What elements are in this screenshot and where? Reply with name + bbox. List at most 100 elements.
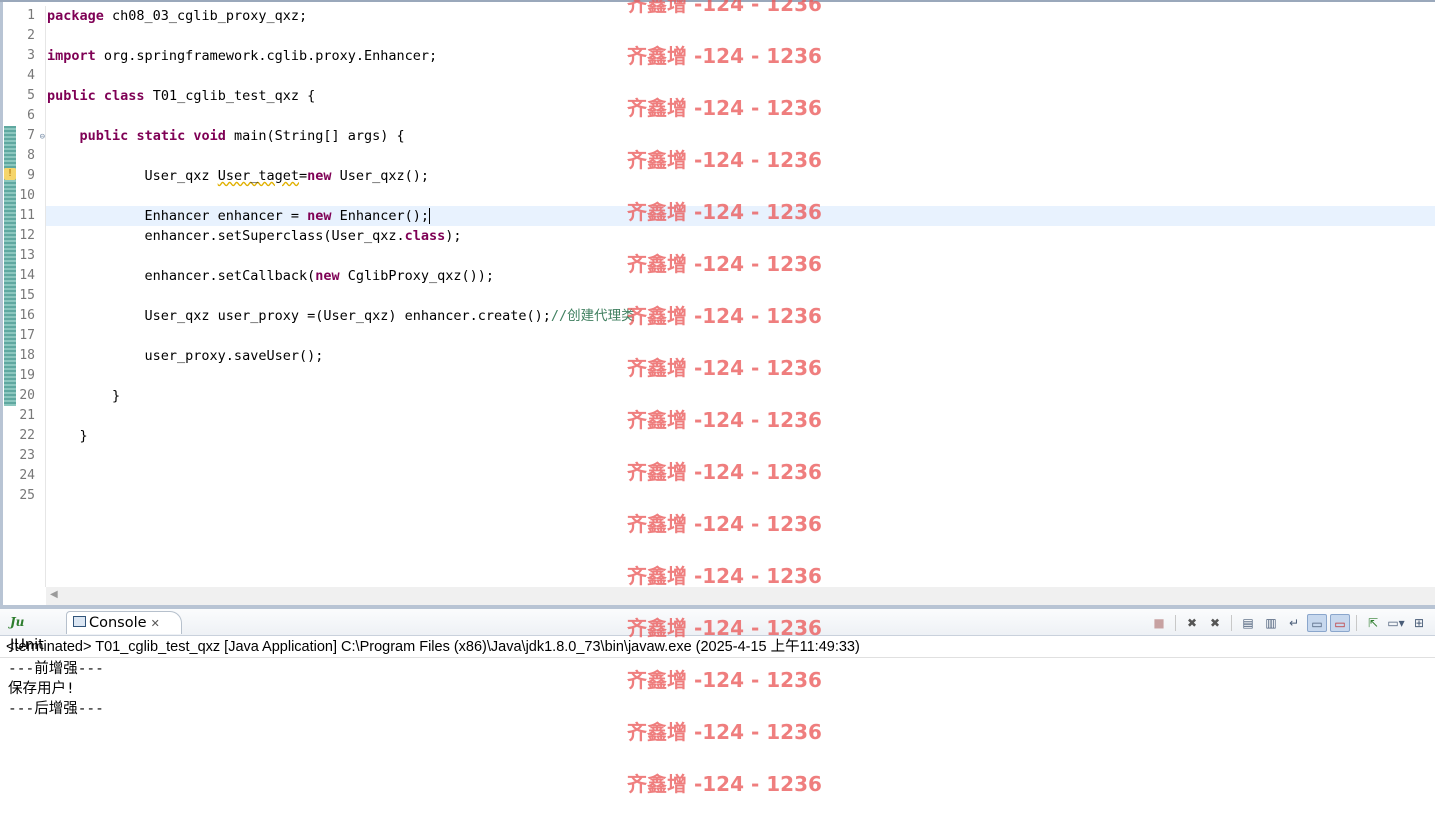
code-line[interactable]: public static void main(String[] args) { xyxy=(46,126,1435,146)
toolbar-separator xyxy=(1175,615,1176,631)
code-token: Enhancer(); xyxy=(331,208,430,224)
code-token: User_qxz xyxy=(47,168,218,184)
terminate-icon[interactable]: ■ xyxy=(1149,614,1169,632)
code-line[interactable]: enhancer.setSuperclass(User_qxz.class); xyxy=(46,226,1435,246)
code-token: main(String[] args) { xyxy=(225,128,405,144)
line-number: 8 xyxy=(27,148,35,163)
show-on-stderr-icon[interactable]: ▭ xyxy=(1330,614,1350,632)
code-line[interactable]: import org.springframework.cglib.proxy.E… xyxy=(46,46,1435,66)
code-line[interactable] xyxy=(46,326,1435,346)
code-token: enhancer.setSuperclass(User_qxz. xyxy=(47,228,405,244)
line-number: 22 xyxy=(19,428,35,443)
warning-icon[interactable]: ! xyxy=(4,168,16,180)
console-view: JuJUnit Console ✕ ■ ✖ ✖ ▤ ▥ ↵ ▭ ▭ ⇱ ▭▾ ⊞ … xyxy=(0,609,1435,826)
code-token: class xyxy=(404,228,446,244)
show-on-stdout-icon[interactable]: ▭ xyxy=(1307,614,1327,632)
line-number: 19 xyxy=(19,368,35,383)
code-line[interactable] xyxy=(46,66,1435,86)
line-number: 7 ⊖ xyxy=(17,126,45,146)
line-number: 4 xyxy=(27,68,35,83)
pin-console-icon[interactable]: ⇱ xyxy=(1363,614,1383,632)
line-number: 13 xyxy=(19,248,35,263)
line-number: 25 xyxy=(19,488,35,503)
remove-launch-icon[interactable]: ✖ xyxy=(1182,614,1202,632)
code-line[interactable] xyxy=(46,106,1435,126)
code-token: User_taget xyxy=(217,168,299,184)
code-line[interactable] xyxy=(46,246,1435,266)
code-line[interactable]: public class T01_cglib_test_qxz { xyxy=(46,86,1435,106)
line-number: 1 xyxy=(27,8,35,23)
code-text-area[interactable]: package ch08_03_cglib_proxy_qxz;import o… xyxy=(46,6,1435,587)
console-icon xyxy=(73,616,86,627)
code-token: new xyxy=(315,268,340,284)
code-line[interactable]: package ch08_03_cglib_proxy_qxz; xyxy=(46,6,1435,26)
code-token: new xyxy=(307,168,332,184)
code-line[interactable]: } xyxy=(46,426,1435,446)
code-line[interactable]: Enhancer enhancer = new Enhancer(); xyxy=(46,206,1435,226)
output-line: ---后增强--- xyxy=(8,701,104,717)
line-number: 9 xyxy=(27,168,35,183)
line-number: 12 xyxy=(19,228,35,243)
line-number: 21 xyxy=(19,408,35,423)
view-tab-bar: JuJUnit Console ✕ ■ ✖ ✖ ▤ ▥ ↵ ▭ ▭ ⇱ ▭▾ ⊞ xyxy=(0,609,1435,653)
code-line[interactable] xyxy=(46,406,1435,426)
code-line[interactable] xyxy=(46,286,1435,306)
line-number: 10 xyxy=(19,188,35,203)
console-output[interactable]: ---前增强--- 保存用户! ---后增强--- xyxy=(0,659,1435,826)
tab-junit[interactable]: JuJUnit xyxy=(4,611,66,653)
line-number: 20 xyxy=(19,388,35,403)
code-token: ); xyxy=(445,228,462,244)
code-line[interactable] xyxy=(46,446,1435,466)
code-line[interactable] xyxy=(46,146,1435,166)
output-line: 保存用户! xyxy=(8,681,75,697)
code-editor[interactable]: ! 1 2 3 4 5 6 7 ⊖ 8 9 10 11 12 13 14 15 16 17 18 19 20 21 22 23… xyxy=(0,0,1435,609)
code-token: User_qxz user_proxy =(User_qxz) enhancer… xyxy=(47,308,551,324)
toolbar-separator xyxy=(1356,615,1357,631)
code-token: ch08_03_cglib_proxy_qxz; xyxy=(103,8,308,24)
code-line[interactable]: } xyxy=(46,386,1435,406)
tab-console[interactable]: Console ✕ xyxy=(66,611,182,634)
line-number: 16 xyxy=(19,308,35,323)
scroll-left-arrow-icon[interactable]: ◀ xyxy=(50,589,58,600)
open-console-icon[interactable]: ⊞ xyxy=(1409,614,1429,632)
code-token: } xyxy=(47,388,121,404)
code-token: = xyxy=(298,168,308,184)
line-number-ruler[interactable]: 1 2 3 4 5 6 7 ⊖ 8 9 10 11 12 13 14 15 16 17 18 19 20 21 22 23 24… xyxy=(17,6,46,587)
code-token: Enhancer enhancer = xyxy=(47,208,308,224)
code-line[interactable] xyxy=(46,486,1435,506)
console-toolbar: ■ ✖ ✖ ▤ ▥ ↵ ▭ ▭ ⇱ ▭▾ ⊞ xyxy=(1149,613,1429,633)
code-token: public xyxy=(79,128,129,144)
horizontal-scrollbar[interactable]: ◀ xyxy=(46,587,1435,605)
fold-collapse-icon[interactable]: ⊖ xyxy=(40,127,45,147)
line-number: 17 xyxy=(19,328,35,343)
console-launch-description: <terminated> T01_cglib_test_qxz [Java Ap… xyxy=(0,636,1435,658)
tab-console-label: Console xyxy=(89,615,147,631)
code-token: user_proxy.saveUser(); xyxy=(47,348,324,364)
code-token: } xyxy=(47,428,88,444)
code-token: //创建代理类 xyxy=(550,308,635,324)
code-line[interactable] xyxy=(46,366,1435,386)
code-token: public xyxy=(47,88,96,104)
code-line[interactable]: enhancer.setCallback(new CglibProxy_qxz(… xyxy=(46,266,1435,286)
code-line[interactable] xyxy=(46,466,1435,486)
line-number: 3 xyxy=(27,48,35,63)
close-icon[interactable]: ✕ xyxy=(151,617,160,630)
line-number: 15 xyxy=(19,288,35,303)
junit-icon: Ju xyxy=(10,615,25,629)
remove-all-terminated-icon[interactable]: ✖ xyxy=(1205,614,1225,632)
code-line[interactable]: User_qxz user_proxy =(User_qxz) enhancer… xyxy=(46,306,1435,326)
scroll-lock-icon[interactable]: ▥ xyxy=(1261,614,1281,632)
word-wrap-icon[interactable]: ↵ xyxy=(1284,614,1304,632)
code-line[interactable]: User_qxz User_taget=new User_qxz(); xyxy=(46,166,1435,186)
code-line[interactable] xyxy=(46,186,1435,206)
code-token: enhancer.setCallback( xyxy=(47,268,316,284)
code-token: T01_cglib_test_qxz { xyxy=(144,88,316,104)
code-token: import xyxy=(47,48,96,64)
clear-console-icon[interactable]: ▤ xyxy=(1238,614,1258,632)
code-line[interactable]: user_proxy.saveUser(); xyxy=(46,346,1435,366)
code-token: new xyxy=(307,208,332,224)
display-selected-console-icon[interactable]: ▭▾ xyxy=(1386,614,1406,632)
line-number: 2 xyxy=(27,28,35,43)
code-line[interactable] xyxy=(46,26,1435,46)
